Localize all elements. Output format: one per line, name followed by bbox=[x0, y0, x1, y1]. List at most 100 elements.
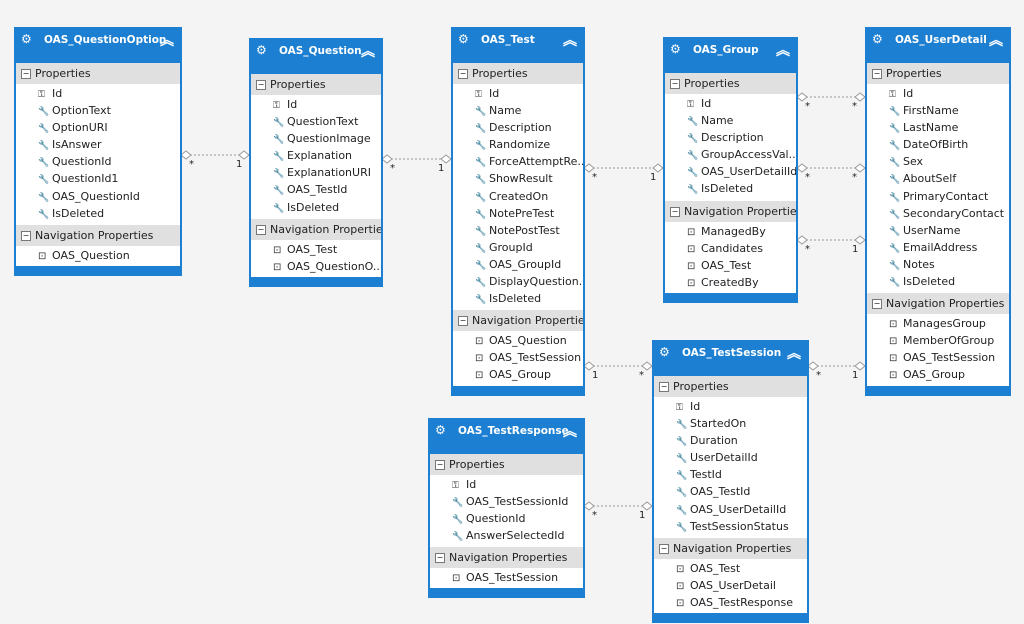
navigation-item[interactable]: ⊡ OAS_Test bbox=[251, 241, 381, 258]
property-item[interactable]: 🔧 ExplanationURI bbox=[251, 164, 381, 181]
collapse-minus-icon[interactable]: − bbox=[435, 460, 445, 470]
property-item[interactable]: 🔧 PrimaryContact bbox=[867, 188, 1009, 205]
properties-section-header[interactable]: − Properties bbox=[251, 74, 381, 95]
property-item[interactable]: 🔧 Duration bbox=[654, 432, 807, 449]
navigation-item[interactable]: ⊡ OAS_UserDetail bbox=[654, 577, 807, 594]
property-item[interactable]: 🔧 QuestionText bbox=[251, 113, 381, 130]
property-item[interactable]: 🔧 Name bbox=[665, 112, 796, 129]
collapse-minus-icon[interactable]: − bbox=[21, 230, 31, 241]
collapse-chevrons-icon[interactable]: ︽ bbox=[563, 30, 577, 50]
entity-header[interactable]: ⚙ OAS_TestSession ︽ bbox=[654, 342, 807, 376]
property-item[interactable]: 🔧 GroupId bbox=[453, 239, 583, 256]
entity-oas-question[interactable]: ⚙ OAS_Question ︽ − Properties ⚿ Id 🔧 QuestionTex… bbox=[249, 38, 383, 287]
collapse-chevrons-icon[interactable]: ︽ bbox=[563, 421, 577, 441]
property-item[interactable]: 🔧 NotePreTest bbox=[453, 205, 583, 222]
property-item[interactable]: 🔧 IsDeleted bbox=[16, 205, 180, 222]
entity-header[interactable]: ⚙ OAS_TestResponse ︽ bbox=[430, 420, 583, 454]
property-item[interactable]: 🔧 OAS_UserDetailId bbox=[665, 163, 796, 180]
property-item[interactable]: 🔧 TestSessionStatus bbox=[654, 518, 807, 535]
navigation-item[interactable]: ⊡ CreatedBy bbox=[665, 274, 796, 291]
property-item[interactable]: ⚿ Id bbox=[251, 96, 381, 113]
property-item[interactable]: ⚿ Id bbox=[665, 95, 796, 112]
navigation-item[interactable]: ⊡ ManagedBy bbox=[665, 223, 796, 240]
navigation-item[interactable]: ⊡ OAS_TestResponse bbox=[654, 594, 807, 611]
properties-section-header[interactable]: − Properties bbox=[453, 63, 583, 84]
collapse-chevrons-icon[interactable]: ︽ bbox=[787, 343, 801, 363]
property-item[interactable]: 🔧 QuestionImage bbox=[251, 130, 381, 147]
entity-oas-test[interactable]: ⚙ OAS_Test ︽ − Properties ⚿ Id 🔧 Name 🔧 Descriptio… bbox=[451, 27, 585, 396]
collapse-chevrons-icon[interactable]: ︽ bbox=[989, 30, 1003, 50]
property-item[interactable]: 🔧 IsDeleted bbox=[251, 199, 381, 216]
property-item[interactable]: 🔧 OAS_GroupId bbox=[453, 256, 583, 273]
entity-header[interactable]: ⚙ OAS_QuestionOption ︽ bbox=[16, 29, 180, 63]
property-item[interactable]: ⚿ Id bbox=[453, 85, 583, 102]
navigation-item[interactable]: ⊡ OAS_Test bbox=[654, 560, 807, 577]
property-item[interactable]: 🔧 TestId bbox=[654, 466, 807, 483]
navigation-item[interactable]: ⊡ Candidates bbox=[665, 240, 796, 257]
property-item[interactable]: ⚿ Id bbox=[654, 398, 807, 415]
collapse-minus-icon[interactable]: − bbox=[21, 69, 31, 79]
navigation-item[interactable]: ⊡ ManagesGroup bbox=[867, 315, 1009, 332]
navigation-item[interactable]: ⊡ MemberOfGroup bbox=[867, 332, 1009, 349]
collapse-minus-icon[interactable]: − bbox=[458, 316, 468, 327]
property-item[interactable]: ⚿ Id bbox=[16, 85, 180, 102]
navigation-section-header[interactable]: − Navigation Properties bbox=[16, 224, 180, 246]
property-item[interactable]: 🔧 StartedOn bbox=[654, 415, 807, 432]
navigation-item[interactable]: ⊡ OAS_TestSession bbox=[453, 349, 583, 366]
property-item[interactable]: 🔧 OptionURI bbox=[16, 119, 180, 136]
property-item[interactable]: 🔧 Name bbox=[453, 102, 583, 119]
property-item[interactable]: 🔧 OAS_TestId bbox=[654, 483, 807, 500]
property-item[interactable]: 🔧 CreatedOn bbox=[453, 188, 583, 205]
entity-header[interactable]: ⚙ OAS_UserDetail ︽ bbox=[867, 29, 1009, 63]
entity-oas-questionoption[interactable]: ⚙ OAS_QuestionOption ︽ − Properties ⚿ Id 🔧 Optio… bbox=[14, 27, 182, 276]
collapse-minus-icon[interactable]: − bbox=[670, 79, 680, 89]
entity-header[interactable]: ⚙ OAS_Test ︽ bbox=[453, 29, 583, 63]
collapse-chevrons-icon[interactable]: ︽ bbox=[160, 30, 174, 50]
entity-oas-testsession[interactable]: ⚙ OAS_TestSession ︽ − Properties ⚿ Id 🔧 StartedO… bbox=[652, 340, 809, 624]
property-item[interactable]: 🔧 DateOfBirth bbox=[867, 136, 1009, 153]
property-item[interactable]: 🔧 QuestionId1 bbox=[16, 170, 180, 187]
property-item[interactable]: 🔧 LastName bbox=[867, 119, 1009, 136]
property-item[interactable]: 🔧 EmailAddress bbox=[867, 239, 1009, 256]
navigation-item[interactable]: ⊡ OAS_TestSession bbox=[430, 569, 583, 586]
property-item[interactable]: 🔧 QuestionId bbox=[430, 510, 583, 527]
navigation-section-header[interactable]: − Navigation Properties bbox=[665, 200, 796, 222]
collapse-minus-icon[interactable]: − bbox=[872, 69, 882, 79]
navigation-item[interactable]: ⊡ OAS_Group bbox=[453, 366, 583, 383]
collapse-minus-icon[interactable]: − bbox=[872, 299, 882, 310]
property-item[interactable]: 🔧 QuestionId bbox=[16, 153, 180, 170]
property-item[interactable]: 🔧 OAS_QuestionId bbox=[16, 188, 180, 205]
collapse-chevrons-icon[interactable]: ︽ bbox=[361, 41, 375, 61]
property-item[interactable]: 🔧 Sex bbox=[867, 153, 1009, 170]
property-item[interactable]: 🔧 Explanation bbox=[251, 147, 381, 164]
collapse-minus-icon[interactable]: − bbox=[670, 206, 680, 217]
entity-oas-group[interactable]: ⚙ OAS_Group ︽ − Properties ⚿ Id 🔧 Name 🔧 Descripti… bbox=[663, 37, 798, 303]
collapse-minus-icon[interactable]: − bbox=[659, 543, 669, 554]
navigation-item[interactable]: ⊡ OAS_Group bbox=[867, 366, 1009, 383]
property-item[interactable]: 🔧 Description bbox=[453, 119, 583, 136]
property-item[interactable]: 🔧 IsDeleted bbox=[867, 273, 1009, 290]
collapse-minus-icon[interactable]: − bbox=[458, 69, 468, 79]
property-item[interactable]: 🔧 AboutSelf bbox=[867, 170, 1009, 187]
properties-section-header[interactable]: − Properties bbox=[430, 454, 583, 475]
properties-section-header[interactable]: − Properties bbox=[654, 376, 807, 397]
properties-section-header[interactable]: − Properties bbox=[665, 73, 796, 94]
collapse-minus-icon[interactable]: − bbox=[659, 382, 669, 392]
property-item[interactable]: 🔧 GroupAccessVal... bbox=[665, 146, 796, 163]
property-item[interactable]: 🔧 UserDetailId bbox=[654, 449, 807, 466]
property-item[interactable]: 🔧 IsDeleted bbox=[665, 180, 796, 197]
property-item[interactable]: 🔧 OAS_TestId bbox=[251, 181, 381, 198]
entity-header[interactable]: ⚙ OAS_Question ︽ bbox=[251, 40, 381, 74]
property-item[interactable]: 🔧 UserName bbox=[867, 222, 1009, 239]
property-item[interactable]: 🔧 Notes bbox=[867, 256, 1009, 273]
entity-header[interactable]: ⚙ OAS_Group ︽ bbox=[665, 39, 796, 73]
property-item[interactable]: 🔧 OptionText bbox=[16, 102, 180, 119]
collapse-chevrons-icon[interactable]: ︽ bbox=[776, 40, 790, 60]
navigation-section-header[interactable]: − Navigation Properties bbox=[654, 537, 807, 559]
property-item[interactable]: 🔧 DisplayQuestion... bbox=[453, 273, 583, 290]
navigation-section-header[interactable]: − Navigation Properties bbox=[251, 218, 381, 240]
property-item[interactable]: 🔧 IsAnswer bbox=[16, 136, 180, 153]
property-item[interactable]: ⚿ Id bbox=[867, 85, 1009, 102]
properties-section-header[interactable]: − Properties bbox=[16, 63, 180, 84]
property-item[interactable]: 🔧 OAS_TestSessionId bbox=[430, 493, 583, 510]
